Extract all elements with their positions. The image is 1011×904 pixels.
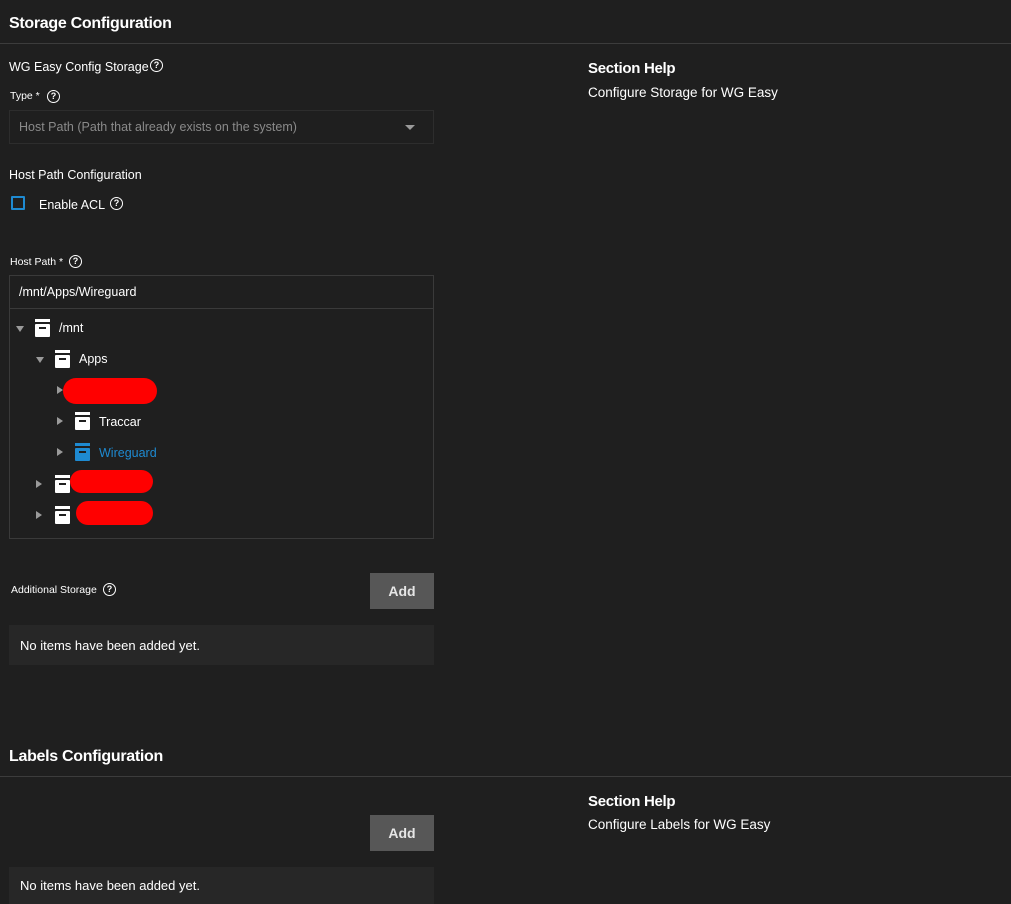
labels-section-title: Labels Configuration	[9, 748, 164, 765]
dataset-icon	[54, 506, 71, 525]
tree-expand-toggle[interactable]	[36, 511, 42, 519]
storage-help-text: Configure Storage for WG Easy	[588, 85, 778, 100]
labels-divider	[0, 776, 1011, 777]
host-path-config-label: Host Path Configuration	[9, 168, 142, 182]
host-path-input[interactable]: /mnt/Apps/Wireguard	[9, 275, 434, 309]
redaction-mark	[70, 470, 153, 493]
type-select-value: Host Path (Path that already exists on t…	[19, 120, 297, 134]
folder-tree: /mnt Apps Traccar Wireguard	[9, 308, 434, 539]
dataset-icon	[74, 443, 91, 462]
config-storage-label: WG Easy Config Storage	[9, 60, 149, 74]
config-storage-help-icon[interactable]	[150, 59, 163, 72]
type-select[interactable]: Host Path (Path that already exists on t…	[9, 110, 434, 144]
type-label: Type *	[10, 90, 40, 102]
chevron-down-icon	[405, 125, 415, 130]
host-path-input-value: /mnt/Apps/Wireguard	[19, 285, 137, 299]
storage-help-title: Section Help	[588, 60, 676, 77]
labels-help-text: Configure Labels for WG Easy	[588, 817, 771, 832]
dataset-icon	[74, 412, 91, 431]
tree-expand-toggle[interactable]	[36, 480, 42, 488]
redaction-mark	[76, 501, 153, 525]
enable-acl-label: Enable ACL	[39, 198, 106, 212]
additional-storage-label: Additional Storage	[11, 584, 97, 596]
tree-expand-apps-toggle[interactable]	[36, 357, 44, 363]
dataset-icon	[54, 475, 71, 494]
tree-node-traccar[interactable]: Traccar	[99, 415, 141, 429]
host-path-help-icon[interactable]	[69, 255, 82, 268]
tree-expand-wireguard-toggle[interactable]	[57, 448, 63, 456]
additional-storage-help-icon[interactable]	[103, 583, 116, 596]
add-storage-button[interactable]: Add	[370, 573, 434, 609]
labels-empty-state: No items have been added yet.	[9, 867, 434, 904]
storage-divider	[0, 43, 1011, 44]
dataset-icon	[54, 350, 71, 369]
tree-expand-traccar-toggle[interactable]	[57, 417, 63, 425]
type-help-icon[interactable]	[47, 90, 60, 103]
add-label-button[interactable]: Add	[370, 815, 434, 851]
tree-node-wireguard[interactable]: Wireguard	[99, 446, 157, 460]
storage-section-title: Storage Configuration	[9, 15, 172, 32]
tree-node-mnt[interactable]: /mnt	[59, 321, 83, 335]
labels-help-title: Section Help	[588, 793, 676, 810]
redaction-mark	[63, 378, 157, 404]
tree-expand-mnt-toggle[interactable]	[16, 326, 24, 332]
tree-node-apps[interactable]: Apps	[79, 352, 108, 366]
enable-acl-help-icon[interactable]	[110, 197, 123, 210]
host-path-label: Host Path *	[10, 256, 64, 268]
storage-empty-state: No items have been added yet.	[9, 625, 434, 665]
enable-acl-checkbox[interactable]	[11, 196, 25, 210]
dataset-icon	[34, 319, 51, 338]
